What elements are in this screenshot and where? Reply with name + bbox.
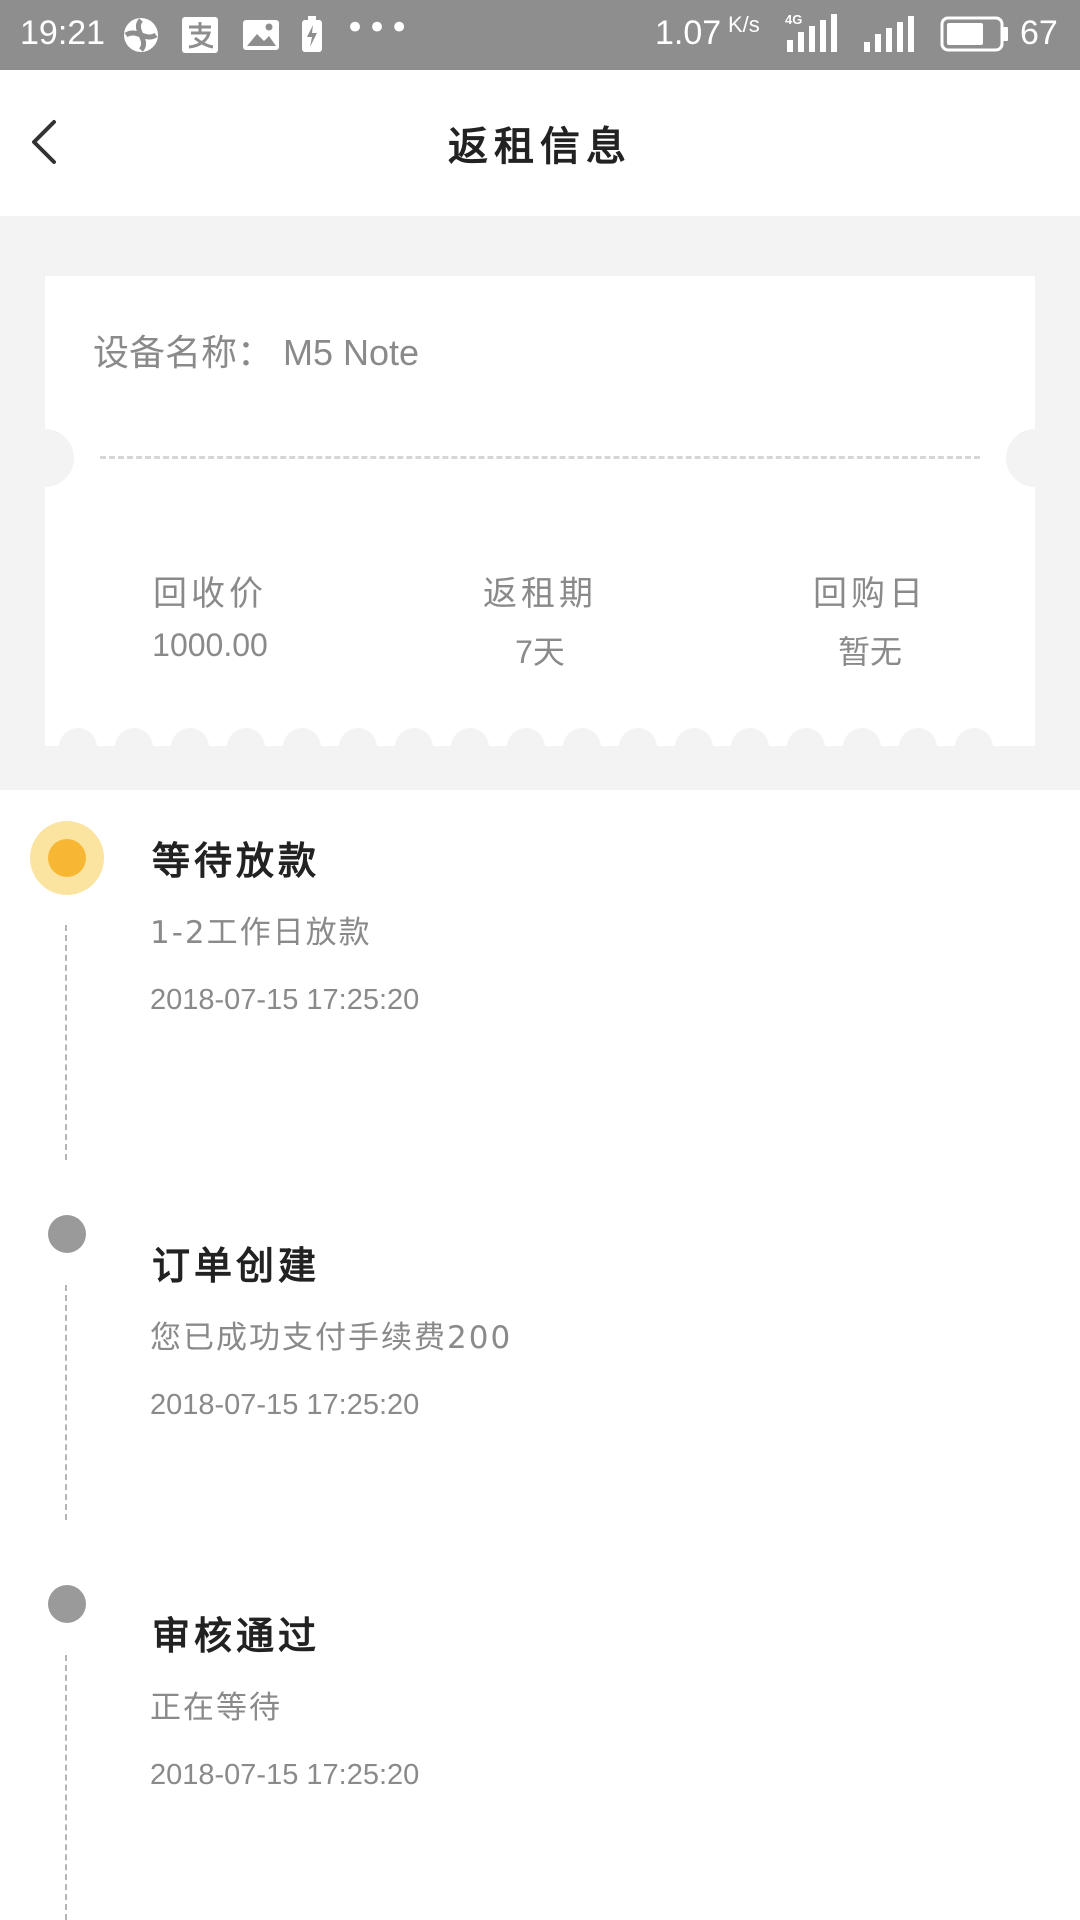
battery-icon	[940, 16, 1008, 52]
info-value: 暂无	[837, 634, 902, 670]
info-recycle-price: 回收价 1000.00	[90, 566, 330, 664]
timeline-connector	[65, 1285, 67, 1520]
info-label: 回收价	[153, 574, 267, 614]
timeline-desc: 1-2工作日放款	[150, 915, 372, 951]
signal-icon	[864, 16, 914, 52]
signal-4g-icon: 4G	[785, 12, 837, 52]
timeline-desc: 正在等待	[150, 1690, 282, 1726]
status-bar: 19:21 ••• 1.07 K/s 4G 67	[0, 0, 1080, 70]
page-title: 返租信息	[448, 124, 632, 170]
timeline-title: 等待放款	[152, 839, 321, 883]
timeline-title: 审核通过	[152, 1614, 321, 1658]
svg-text:4G: 4G	[785, 12, 802, 27]
status-timeline: 等待放款 1-2工作日放款 2018-07-15 17:25:20 订单创建 您…	[0, 790, 1080, 1920]
ticket-divider	[100, 456, 980, 459]
timeline-item: 订单创建 您已成功支付手续费200 2018-07-15 17:25:20	[0, 1195, 1080, 1565]
ticket-notch-right	[1006, 429, 1064, 487]
gallery-icon	[243, 20, 279, 50]
battery-level: 67	[1020, 14, 1058, 52]
device-label: 设备名称：	[93, 333, 274, 374]
ticket-notch-left	[16, 429, 74, 487]
info-label: 返租期	[483, 574, 597, 614]
ticket-middle	[45, 416, 1035, 446]
info-value: 7天	[515, 634, 565, 670]
info-lease-period: 返租期 7天	[420, 566, 660, 673]
timeline-time: 2018-07-15 17:25:20	[150, 1389, 420, 1421]
info-value: 1000.00	[152, 627, 268, 663]
timeline-time: 2018-07-15 17:25:20	[150, 1759, 420, 1791]
status-time: 19:21	[20, 14, 106, 52]
battery-saver-icon	[302, 16, 322, 52]
ticket-card: 设备名称： M5 Note 回收价 1000.00 返租期 7天 回购日 暂无	[16, 276, 1064, 766]
timeline-item: 审核通过 正在等待 2018-07-15 17:25:20	[0, 1565, 1080, 1920]
timeline-dot-active	[48, 839, 86, 877]
timeline-dot	[48, 1215, 86, 1253]
network-speed: 1.07	[655, 14, 722, 52]
ticket-section: 设备名称： M5 Note 回收价 1000.00 返租期 7天 回购日 暂无	[0, 216, 1080, 790]
ticket-scallop-edge	[45, 728, 1035, 766]
timeline-connector	[65, 1655, 67, 1920]
device-value: M5 Note	[283, 332, 420, 373]
more-notifications-icon: •••	[345, 8, 412, 48]
network-speed-unit: K/s	[728, 12, 760, 37]
timeline-desc: 您已成功支付手续费200	[150, 1320, 513, 1356]
timeline-connector	[65, 925, 67, 1160]
header: 返租信息	[0, 70, 1080, 216]
timeline-item: 等待放款 1-2工作日放款 2018-07-15 17:25:20	[0, 790, 1080, 1160]
browser-icon	[124, 18, 158, 52]
device-row: 设备名称： M5 Note	[93, 324, 419, 376]
alipay-icon	[182, 17, 218, 53]
info-buyback-date: 回购日 暂无	[750, 566, 990, 673]
info-label: 回购日	[813, 574, 927, 614]
timeline-dot	[48, 1585, 86, 1623]
timeline-title: 订单创建	[152, 1244, 321, 1288]
timeline-time: 2018-07-15 17:25:20	[150, 984, 420, 1016]
